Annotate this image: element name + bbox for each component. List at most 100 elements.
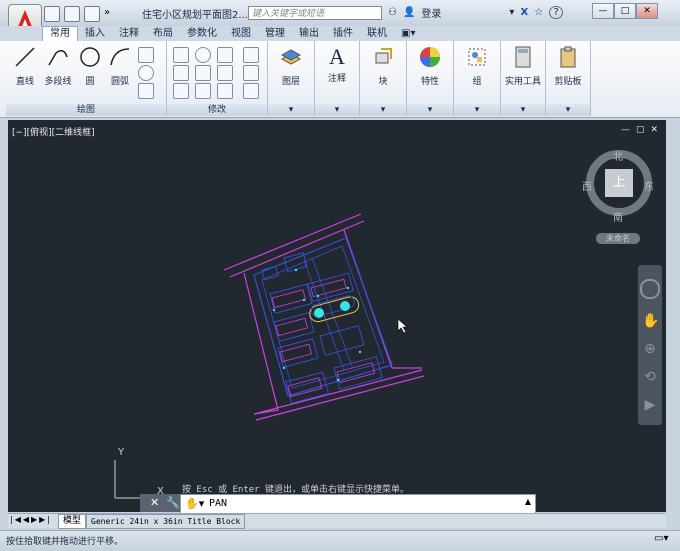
layout-nav-arrows-icon[interactable]: |◀◀▶▶|: [10, 515, 52, 524]
copy-icon[interactable]: [173, 65, 189, 81]
drawing-canvas[interactable]: [8, 120, 666, 512]
offset-icon[interactable]: [243, 83, 259, 99]
group-panel-arrow[interactable]: ▾: [454, 104, 500, 116]
compass-north[interactable]: 北: [613, 148, 623, 163]
calculator-icon: [515, 46, 531, 68]
layers-tool[interactable]: 图层: [270, 45, 312, 87]
viewcube-top-face[interactable]: 上: [605, 169, 633, 197]
block-tool[interactable]: 块: [362, 45, 404, 87]
compass-south[interactable]: 南: [613, 209, 623, 224]
more-tools-icon[interactable]: »: [104, 6, 110, 22]
draw-panel: 直线 多段线 圆 圆弧 绘图: [6, 41, 167, 116]
utilities-label: 实用工具: [504, 77, 541, 87]
help-button[interactable]: ?: [549, 6, 564, 19]
showmotion-icon[interactable]: ▶: [642, 397, 658, 413]
trim-icon[interactable]: [217, 47, 233, 63]
compass-east[interactable]: 东: [644, 178, 654, 193]
tab-home[interactable]: 常用: [42, 26, 78, 41]
polyline-tool-label: 多段线: [44, 77, 72, 87]
fillet-icon[interactable]: [217, 65, 233, 81]
rectangle-icon[interactable]: [138, 47, 154, 63]
command-history-icon[interactable]: ▲: [525, 497, 531, 506]
binoculars-icon[interactable]: ⚇: [388, 7, 397, 18]
zoom-icon[interactable]: ⊕: [642, 341, 658, 357]
properties-tool[interactable]: 特性: [409, 45, 451, 87]
modify-panel-title[interactable]: 修改: [167, 104, 267, 116]
group-label: 组: [472, 77, 482, 87]
ucs-icon: [114, 460, 153, 499]
viewport-controls: — ▢ ✕: [621, 125, 658, 135]
circle-tool[interactable]: 圆: [76, 45, 104, 87]
explode-icon[interactable]: [243, 65, 259, 81]
move-icon[interactable]: [173, 47, 189, 63]
tab-online[interactable]: 联机: [360, 26, 394, 41]
viewport-restore-icon[interactable]: ▢: [636, 125, 645, 135]
tab-parametric[interactable]: 参数化: [180, 26, 224, 41]
tab-insert[interactable]: 插入: [78, 26, 112, 41]
exchange-icon[interactable]: X: [520, 7, 528, 18]
steering-wheel-icon[interactable]: [640, 279, 660, 299]
status-tray-icon[interactable]: ▭▾: [654, 533, 668, 544]
stretch-icon[interactable]: [173, 83, 189, 99]
erase-icon[interactable]: [243, 47, 259, 63]
orbit-icon[interactable]: ⟲: [642, 369, 658, 385]
annotation-panel-arrow[interactable]: ▾: [315, 104, 359, 116]
login-link[interactable]: 登录: [421, 5, 441, 20]
polyline-tool[interactable]: 多段线: [40, 45, 76, 87]
tab-view[interactable]: 视图: [224, 26, 258, 41]
line-tool[interactable]: 直线: [10, 45, 40, 87]
compass-west[interactable]: 西: [582, 178, 592, 193]
command-close-icon[interactable]: ✕: [150, 496, 159, 509]
wcs-menu[interactable]: 未命名: [596, 233, 640, 244]
command-customize-icon[interactable]: 🔧: [166, 496, 180, 509]
viewport-minimize-icon[interactable]: —: [621, 125, 630, 135]
block-icon: [375, 48, 392, 64]
tab-layout[interactable]: 布局: [146, 26, 180, 41]
ribbon-minimize-icon[interactable]: ▣▾: [394, 26, 422, 41]
user-icon[interactable]: 👤: [403, 7, 415, 18]
rotate-icon[interactable]: [195, 47, 211, 63]
tab-manage[interactable]: 管理: [258, 26, 292, 41]
viewport-close-icon[interactable]: ✕: [651, 125, 659, 135]
model-tab[interactable]: 模型: [58, 514, 87, 529]
utilities-panel-arrow[interactable]: ▾: [501, 104, 545, 116]
save-icon[interactable]: [84, 6, 100, 22]
scale-icon[interactable]: [195, 83, 211, 99]
layers-panel-arrow[interactable]: ▾: [268, 104, 314, 116]
annotation-tool[interactable]: A 注释: [317, 44, 357, 85]
group-panel: 组 ▾: [454, 41, 501, 116]
minimize-button[interactable]: —: [592, 3, 614, 19]
tab-annotate[interactable]: 注释: [112, 26, 146, 41]
dropdown-arrow-icon[interactable]: ▾: [509, 7, 514, 18]
close-button[interactable]: ✕: [636, 3, 658, 19]
hatch-icon[interactable]: [138, 83, 154, 99]
command-line[interactable]: ✋▾ PAN ▲: [180, 494, 536, 514]
arc-tool[interactable]: 圆弧: [106, 45, 134, 87]
draw-panel-title[interactable]: 绘图: [6, 104, 166, 116]
viewport-label[interactable]: [−][俯视][二维线框]: [12, 125, 95, 138]
open-folder-icon[interactable]: [64, 6, 80, 22]
pan-hand-icon[interactable]: ✋: [642, 313, 659, 329]
new-file-icon[interactable]: [44, 6, 60, 22]
tab-plugins[interactable]: 插件: [326, 26, 360, 41]
maximize-button[interactable]: □: [614, 3, 636, 19]
star-icon[interactable]: ☆: [534, 7, 543, 18]
mirror-icon[interactable]: [195, 65, 211, 81]
group-tool[interactable]: 组: [456, 45, 498, 87]
clipboard-panel-arrow[interactable]: ▾: [546, 104, 590, 116]
tab-output[interactable]: 输出: [292, 26, 326, 41]
circle-icon: [80, 47, 100, 67]
text-a-icon: A: [329, 44, 345, 69]
pan-hand-icon: ✋▾: [185, 497, 205, 510]
modify-panel: 修改: [167, 41, 268, 116]
search-input[interactable]: 键入关键字或短语: [248, 6, 382, 20]
utilities-tool[interactable]: 实用工具: [501, 45, 545, 87]
command-input[interactable]: PAN: [209, 498, 227, 509]
clipboard-tool[interactable]: 剪贴板: [548, 45, 588, 87]
circle-tool-label: 圆: [85, 77, 95, 87]
ellipse-icon[interactable]: [138, 65, 154, 81]
properties-panel-arrow[interactable]: ▾: [407, 104, 453, 116]
block-panel-arrow[interactable]: ▾: [360, 104, 406, 116]
layout-tab-title-block[interactable]: Generic 24in x 36in Title Block: [86, 514, 246, 529]
array-icon[interactable]: [217, 83, 233, 99]
